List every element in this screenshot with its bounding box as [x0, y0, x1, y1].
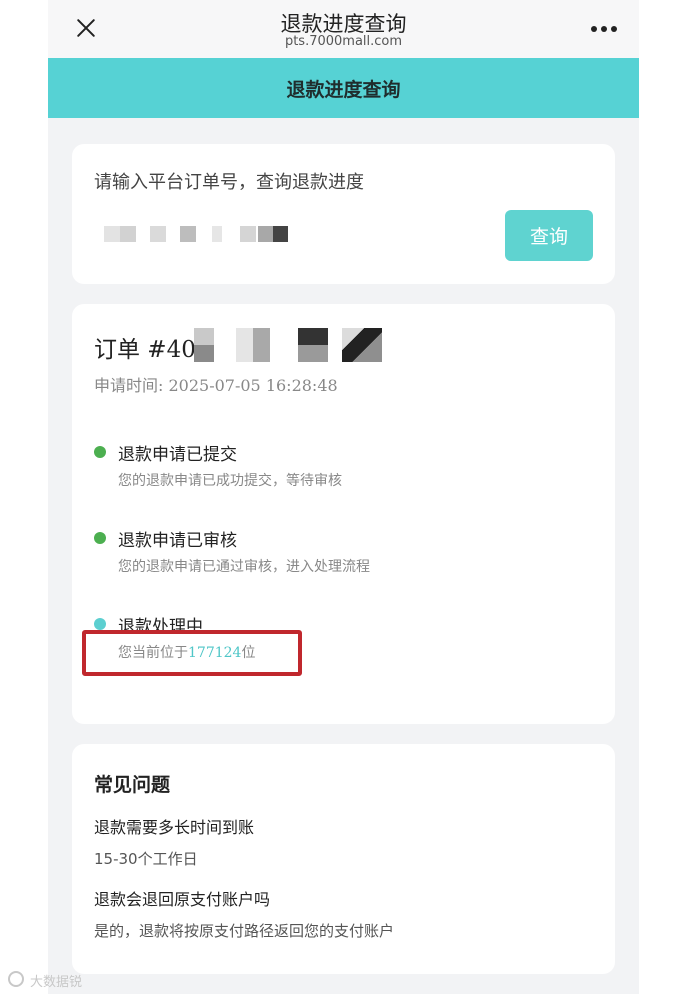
step-title: 退款申请已审核: [118, 531, 237, 551]
more-options-icon[interactable]: [591, 26, 617, 32]
refund-progress-card: 订单 #40 申请时间: 2025-07-05 16:28:48 退款申请已提交…: [72, 304, 615, 724]
masked-order-number: [104, 226, 136, 242]
step-title: 退款申请已提交: [118, 445, 237, 465]
masked-order-number-part: [212, 226, 222, 242]
faq-answer: 15-30个工作日: [94, 850, 198, 868]
masked-order-number-part: [258, 226, 288, 242]
highlight-annotation-box: [82, 630, 302, 676]
masked-order-id: [194, 328, 214, 362]
faq-question: 退款需要多长时间到账: [94, 818, 255, 837]
phone-screen: 退款进度查询 pts.7000mall.com 退款进度查询 请输入平台订单号，…: [48, 0, 639, 994]
order-number-input[interactable]: [94, 210, 504, 260]
order-title: 订单 #40: [94, 337, 196, 363]
step-description: 您的退款申请已通过审核，进入处理流程: [118, 559, 370, 575]
masked-order-id-part: [236, 328, 270, 362]
faq-title: 常见问题: [94, 774, 171, 796]
status-dot: [94, 618, 106, 630]
masked-order-id-part: [342, 328, 382, 362]
faq-answer: 是的，退款将按原支付路径返回您的支付账户: [94, 922, 395, 940]
search-card: 请输入平台订单号，查询退款进度 查询: [72, 144, 615, 284]
masked-order-id-part: [298, 328, 328, 362]
page-title: 退款进度查询: [286, 78, 401, 101]
nav-url: pts.7000mall.com: [284, 34, 403, 49]
status-dot: [94, 532, 106, 544]
faq-card: 常见问题 退款需要多长时间到账 15-30个工作日 退款会退回原支付账户吗 是的…: [72, 744, 615, 974]
masked-order-number-part: [180, 226, 196, 242]
watermark-text: 大数据锐: [30, 975, 83, 990]
watermark-logo-icon: [8, 971, 24, 987]
step-description: 您的退款申请已成功提交，等待审核: [118, 473, 342, 489]
search-button[interactable]: 查询: [505, 210, 593, 261]
masked-order-number-part: [150, 226, 166, 242]
apply-time: 申请时间: 2025-07-05 16:28:48: [94, 376, 338, 395]
masked-order-number-part: [240, 226, 256, 242]
status-dot: [94, 446, 106, 458]
faq-question: 退款会退回原支付账户吗: [94, 890, 271, 909]
top-navigation-bar: 退款进度查询 pts.7000mall.com: [48, 0, 639, 58]
search-label: 请输入平台订单号，查询退款进度: [94, 172, 364, 193]
page-header: 退款进度查询: [48, 58, 639, 118]
